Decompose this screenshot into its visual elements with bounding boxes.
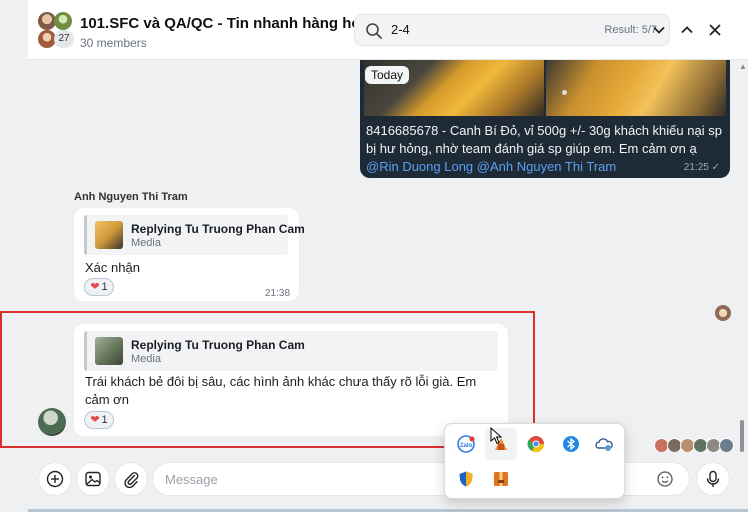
voice-button[interactable] [696, 462, 730, 496]
reply-subtitle: Media [131, 353, 161, 365]
bluetooth-icon[interactable] [562, 435, 580, 453]
plus-circle-icon [46, 470, 64, 488]
group-title[interactable]: 101.SFC và QA/QC - Tin nhanh hàng hóa [80, 15, 369, 32]
time-label: 21:25 [683, 162, 709, 173]
search-icon [366, 23, 382, 39]
system-tray-popup: Zalo [444, 423, 625, 499]
sent-message[interactable]: Today 8416685678 - Canh Bí Đỏ, vỉ 500g +… [360, 60, 730, 178]
seen-avatars[interactable] [654, 438, 734, 453]
reply-thumbnail [95, 337, 123, 365]
reply-subtitle: Media [131, 237, 161, 249]
composer [28, 452, 748, 512]
add-button[interactable] [38, 462, 72, 496]
message-body: 8416685678 - Canh Bí Đỏ, vỉ 500g +/- 30g… [366, 123, 722, 156]
zalo-icon[interactable]: Zalo [457, 435, 475, 453]
read-check-icon: ✓ [711, 162, 720, 173]
member-avatar [54, 12, 72, 30]
heart-icon: ❤ [90, 413, 100, 426]
mention-link[interactable]: @Anh Nguyen Thi Tram [477, 159, 616, 174]
archive-icon[interactable] [492, 470, 510, 488]
search-input[interactable] [391, 22, 541, 37]
message-photo[interactable] [546, 60, 726, 116]
scroll-up-arrow[interactable]: ▲ [739, 62, 747, 71]
svg-text:Zalo: Zalo [460, 443, 473, 449]
photo-indicator [562, 90, 567, 95]
message-time: 21:25 ✓ [684, 162, 720, 173]
message-text: Xác nhận [85, 260, 140, 275]
reaction-badge[interactable]: ❤ 1 [84, 278, 114, 296]
reply-title: Replying Tu Truong Phan Cam [131, 338, 305, 352]
sender-name[interactable]: Anh Nguyen Thi Tram [74, 191, 188, 203]
next-result-button[interactable] [649, 20, 669, 40]
date-pill: Today [365, 66, 410, 84]
emoji-icon[interactable] [657, 471, 673, 487]
security-icon[interactable] [457, 470, 475, 488]
close-icon [709, 24, 721, 36]
attach-button[interactable] [114, 462, 148, 496]
scrollbar-thumb[interactable] [740, 420, 744, 452]
reply-quote[interactable]: Replying Tu Truong Phan Cam Media [84, 331, 498, 371]
avatar[interactable] [715, 305, 731, 321]
message-time: 21:38 [265, 288, 291, 299]
chrome-icon[interactable] [527, 435, 545, 453]
chevron-up-icon [681, 26, 693, 34]
message-text: 8416685678 - Canh Bí Đỏ, vỉ 500g +/- 30g… [366, 122, 722, 176]
reaction-count: 1 [101, 414, 108, 426]
app-icon[interactable] [492, 435, 510, 453]
reply-quote[interactable]: Replying Tu Truong Phan Cam Media [84, 215, 305, 255]
avatar[interactable] [38, 408, 66, 436]
search-box[interactable]: Result: 5/7 [354, 14, 670, 46]
group-avatar[interactable]: 27 [38, 12, 74, 48]
member-count[interactable]: 30 members [80, 36, 147, 50]
microphone-icon [706, 470, 720, 487]
heart-icon: ❤ [90, 280, 100, 293]
reaction-count: 1 [101, 281, 108, 293]
seen-avatar [719, 438, 734, 453]
reply-title: Replying Tu Truong Phan Cam [131, 222, 305, 236]
image-icon [85, 471, 101, 487]
close-search-button[interactable] [705, 20, 725, 40]
paperclip-icon [124, 472, 139, 488]
received-message[interactable]: Replying Tu Truong Phan Cam Media Trái k… [74, 324, 508, 436]
reply-thumbnail [95, 221, 123, 249]
received-message[interactable]: Replying Tu Truong Phan Cam Media Xác nh… [74, 208, 305, 301]
reaction-badge[interactable]: ❤ 1 [84, 411, 114, 429]
image-button[interactable] [76, 462, 110, 496]
mention-link[interactable]: @Rin Duong Long [366, 159, 473, 174]
chat-header: 27 101.SFC và QA/QC - Tin nhanh hàng hóa… [28, 0, 748, 60]
message-text: Trái khách bẻ đôi bị sâu, các hình ảnh k… [85, 374, 477, 407]
onedrive-icon[interactable] [595, 435, 613, 453]
previous-result-button[interactable] [677, 20, 697, 40]
chevron-down-icon [653, 26, 665, 34]
avatar-count: 27 [54, 30, 74, 48]
